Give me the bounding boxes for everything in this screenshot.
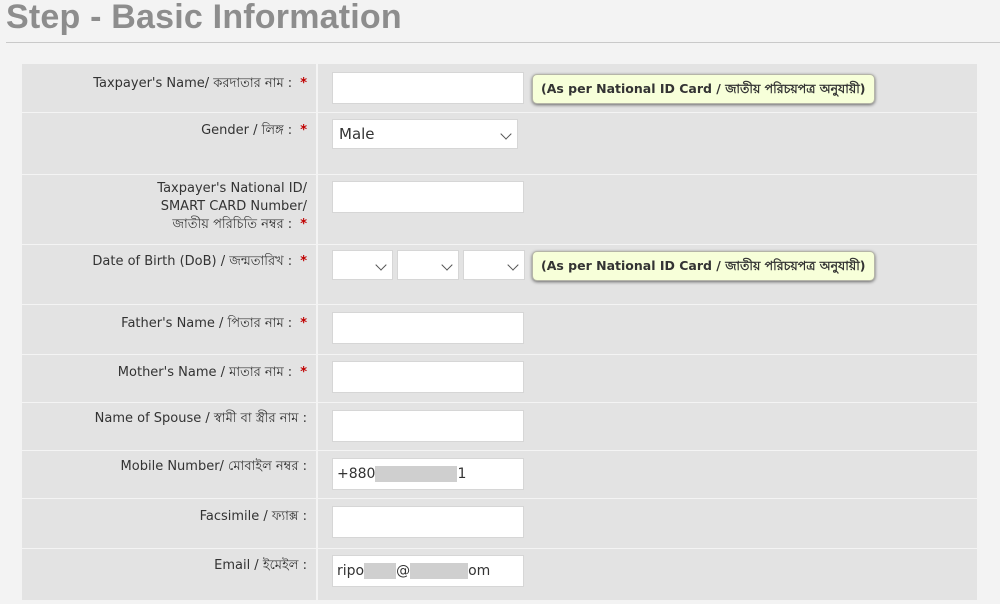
mobile-input[interactable]: +880 1: [332, 458, 524, 490]
required-marker: *: [300, 365, 307, 380]
row-email: Email / ইমেইল : ripo @ om: [22, 548, 977, 600]
row-father-name: Father's Name / পিতার নাম : *: [22, 304, 977, 355]
chevron-down-icon: [375, 259, 387, 271]
mother-name-label: Mother's Name / মাতার নাম : *: [117, 365, 307, 380]
fax-input[interactable]: [332, 506, 524, 538]
mobile-label: Mobile Number/ মোবাইল নম্বর :: [120, 459, 307, 474]
dob-year-select[interactable]: [463, 250, 525, 280]
gender-selected-value: Male: [339, 125, 375, 143]
required-marker: *: [300, 316, 307, 331]
required-marker: *: [300, 76, 307, 91]
required-marker: *: [300, 217, 307, 232]
required-marker: *: [300, 254, 307, 269]
chevron-down-icon: [507, 259, 519, 271]
required-marker: *: [300, 123, 307, 138]
dob-month-select[interactable]: [397, 250, 459, 280]
dob-day-select[interactable]: [332, 250, 393, 280]
spouse-name-input[interactable]: [332, 410, 524, 442]
redacted-block: [364, 563, 397, 579]
email-label: Email / ইমেইল :: [214, 558, 307, 573]
row-mother-name: Mother's Name / মাতার নাম : *: [22, 354, 977, 403]
page-title: Step - Basic Information: [6, 0, 402, 36]
redacted-block: [410, 563, 469, 579]
national-id-label: Taxpayer's National ID/ SMART CARD Numbe…: [157, 181, 307, 232]
gender-select[interactable]: Male: [332, 119, 518, 149]
dob-label: Date of Birth (DoB) / জন্মতারিখ : *: [92, 254, 307, 269]
national-id-input[interactable]: [332, 181, 524, 213]
chevron-down-icon: [500, 128, 512, 140]
mother-name-input[interactable]: [332, 361, 524, 393]
row-gender: Gender / লিঙ্গ : * Male: [22, 112, 977, 175]
father-name-label: Father's Name / পিতার নাম : *: [121, 316, 307, 331]
row-national-id: Taxpayer's National ID/ SMART CARD Numbe…: [22, 174, 977, 245]
row-spouse-name: Name of Spouse / স্বামী বা স্ত্রীর নাম :: [22, 402, 977, 451]
fax-label: Facsimile / ফ্যাক্স :: [199, 509, 307, 524]
gender-label: Gender / লিঙ্গ : *: [201, 123, 307, 138]
taxpayer-name-input[interactable]: [332, 72, 524, 104]
redacted-block: [375, 466, 458, 482]
row-fax: Facsimile / ফ্যাক্স :: [22, 498, 977, 549]
nid-hint-badge: (As per National ID Card / জাতীয় পরিচয়…: [532, 251, 875, 281]
email-input[interactable]: ripo @ om: [332, 555, 524, 587]
row-date-of-birth: Date of Birth (DoB) / জন্মতারিখ : * (As p…: [22, 244, 977, 305]
spouse-name-label: Name of Spouse / স্বামী বা স্ত্রীর নাম :: [94, 411, 307, 426]
basic-info-form: Taxpayer's Name/ করদাতার নাম : * (As per …: [22, 64, 977, 600]
chevron-down-icon: [441, 259, 453, 271]
taxpayer-name-label: Taxpayer's Name/ করদাতার নাম : *: [93, 76, 307, 91]
father-name-input[interactable]: [332, 312, 524, 344]
title-divider: [6, 42, 1000, 43]
nid-hint-badge: (As per National ID Card / জাতীয় পরিচয়…: [532, 74, 875, 104]
row-mobile: Mobile Number/ মোবাইল নম্বর : +880 1: [22, 450, 977, 499]
row-taxpayer-name: Taxpayer's Name/ করদাতার নাম : * (As per …: [22, 64, 977, 113]
